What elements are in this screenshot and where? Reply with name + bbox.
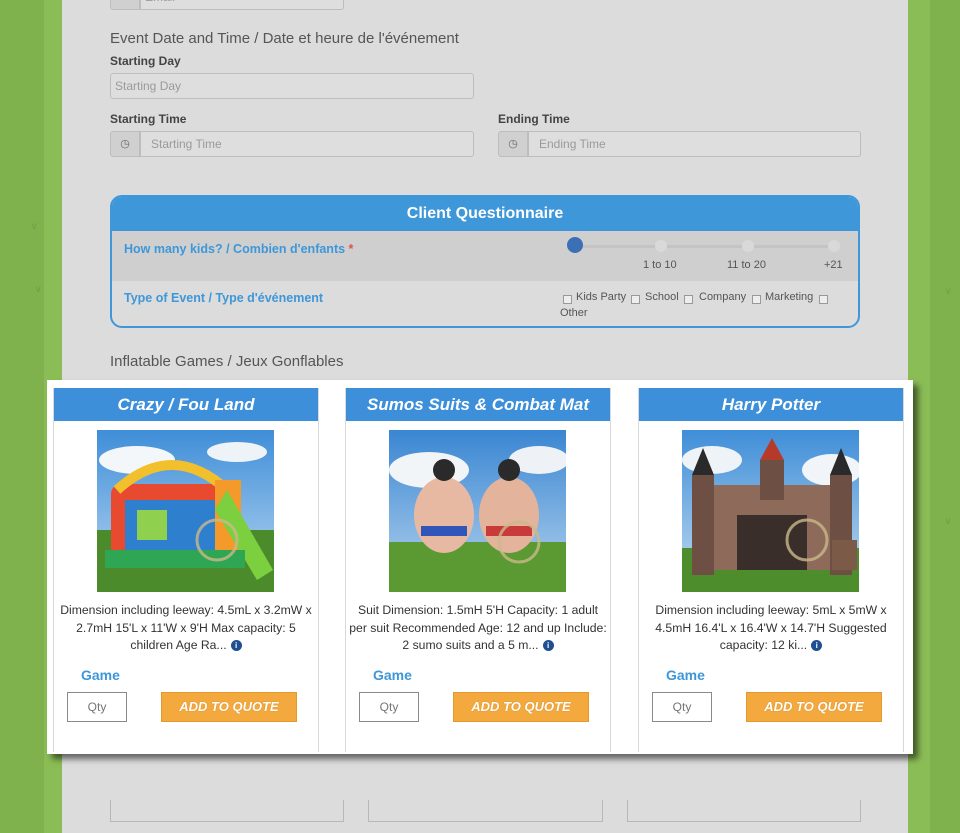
email-addon: ✉ [110, 0, 140, 10]
ending-time-addon: ◷ [498, 131, 528, 157]
starting-time-input[interactable]: Starting Time [140, 131, 474, 157]
add-to-quote-button[interactable]: ADD TO QUOTE [453, 692, 589, 722]
event-type-row: Type of Event / Type d'événement Kids Pa… [112, 281, 858, 326]
kids-count-label: How many kids? / Combien d'enfants * [124, 242, 353, 256]
checkbox-company[interactable] [684, 295, 693, 304]
kids-slider-track[interactable] [574, 240, 840, 252]
checkbox-school[interactable] [631, 295, 640, 304]
product-image-bounce-house[interactable] [97, 430, 274, 592]
checkbox-label-company: Company [699, 291, 747, 303]
checkbox-label-kids-party: Kids Party [576, 291, 627, 303]
starting-time-addon: ◷ [110, 131, 140, 157]
client-questionnaire: Client Questionnaire How many kids? / Co… [110, 195, 860, 328]
inflatable-products-panel: Crazy / Fou Land Dimension including lee… [47, 380, 913, 754]
add-to-quote-button[interactable]: ADD TO QUOTE [746, 692, 882, 722]
product-title[interactable]: Harry Potter [639, 388, 903, 421]
info-icon[interactable]: i [811, 640, 823, 651]
product-category: Game [373, 667, 412, 683]
ending-time-label: Ending Time [498, 112, 570, 126]
clock-icon: ◷ [508, 138, 518, 150]
product-description-text: Dimension including leeway: 5mL x 5mW x … [655, 603, 887, 652]
product-description-text: Suit Dimension: 1.5mH 5'H Capacity: 1 ad… [349, 603, 607, 652]
product-description: Dimension including leeway: 5mL x 5mW x … [642, 602, 900, 655]
kids-count-label-text: How many kids? / Combien d'enfants [124, 242, 346, 256]
event-section-title: Event Date and Time / Date et heure de l… [110, 30, 459, 47]
product-title[interactable]: Sumos Suits & Combat Mat [346, 388, 610, 421]
kids-count-row: How many kids? / Combien d'enfants * 1 t… [112, 231, 858, 281]
questionnaire-title: Client Questionnaire [112, 197, 858, 231]
product-category: Game [81, 667, 120, 683]
product-card: Crazy / Fou Land Dimension including lee… [53, 388, 319, 752]
checkbox-label-school: School [645, 291, 679, 303]
slider-label-21-plus: +21 [824, 259, 843, 271]
required-mark: * [348, 242, 354, 256]
product-image-sumo-suits[interactable] [389, 430, 566, 592]
quantity-input[interactable] [359, 692, 419, 722]
product-description: Suit Dimension: 1.5mH 5'H Capacity: 1 ad… [349, 602, 607, 655]
product-card-placeholder [110, 800, 344, 822]
slider-label-11-20: 11 to 20 [727, 259, 766, 271]
product-title[interactable]: Crazy / Fou Land [54, 388, 318, 421]
ending-time-input[interactable]: Ending Time [528, 131, 861, 157]
product-image-castle[interactable] [682, 430, 859, 592]
checkbox-other[interactable] [819, 295, 828, 304]
email-field[interactable]: Email [140, 0, 344, 10]
slider-stop[interactable] [742, 240, 754, 252]
slider-label-1-10: 1 to 10 [643, 259, 677, 271]
info-icon[interactable]: i [230, 640, 242, 651]
add-to-quote-button[interactable]: ADD TO QUOTE [161, 692, 297, 722]
grass-decoration: ᵥ [32, 215, 37, 231]
checkbox-kids-party[interactable] [563, 295, 572, 304]
envelope-icon: ✉ [120, 0, 129, 3]
checkbox-marketing[interactable] [752, 295, 761, 304]
slider-stop[interactable] [655, 240, 667, 252]
product-description-text: Dimension including leeway: 4.5mL x 3.2m… [60, 603, 312, 652]
product-card-placeholder [627, 800, 861, 822]
grass-decoration: ᵥ [946, 510, 951, 526]
background-right-strip [930, 0, 960, 833]
grass-decoration: ᵥ [36, 278, 41, 294]
product-card-placeholder [368, 800, 603, 822]
product-category: Game [666, 667, 705, 683]
quantity-input[interactable] [652, 692, 712, 722]
product-card: Harry Potter Dimension including leeway:… [638, 388, 904, 752]
inflatables-section-title: Inflatable Games / Jeux Gonflables [110, 353, 344, 370]
checkbox-label-other: Other [560, 307, 588, 319]
slider-stop[interactable] [828, 240, 840, 252]
starting-time-label: Starting Time [110, 112, 187, 126]
background-left-strip [0, 0, 44, 833]
info-icon[interactable]: i [542, 640, 554, 651]
grass-decoration: ᵥ [946, 280, 951, 296]
product-card: Sumos Suits & Combat Mat Suit Dimension:… [345, 388, 611, 752]
quantity-input[interactable] [67, 692, 127, 722]
checkbox-label-marketing: Marketing [765, 291, 814, 303]
event-type-label: Type of Event / Type d'événement [124, 291, 324, 305]
starting-day-input[interactable]: Starting Day [110, 73, 474, 99]
kids-slider-handle[interactable] [567, 237, 583, 253]
product-description: Dimension including leeway: 4.5mL x 3.2m… [57, 602, 315, 655]
starting-day-label: Starting Day [110, 54, 181, 68]
clock-icon: ◷ [120, 138, 130, 150]
